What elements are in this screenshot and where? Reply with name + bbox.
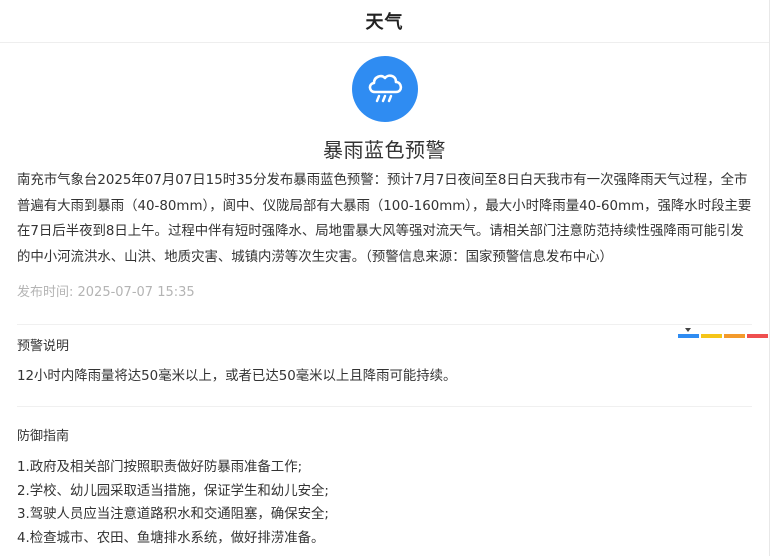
- warning-title: 暴雨蓝色预警: [323, 138, 446, 162]
- level-segment-orange: [724, 334, 745, 338]
- warning-content: 南充市气象台2025年07月07日15时35分发布暴雨蓝色预警：预计7月7日夜间…: [0, 168, 769, 303]
- guide-item: 1.政府及相关部门按照职责做好防暴雨准备工作;: [17, 460, 303, 475]
- level-segment-blue: [678, 328, 699, 338]
- current-level-marker-icon: [685, 328, 691, 332]
- page-header: 天气: [0, 0, 769, 43]
- explanation-heading: 预警说明: [17, 339, 70, 354]
- cloud-rain-icon: [351, 56, 418, 122]
- cloud-rain-glyph: [368, 74, 402, 103]
- guide-item: 2.学校、幼儿园采取适当措施，保证学生和幼儿安全;: [17, 483, 329, 499]
- explanation-text: 12小时内降雨量将达50毫米以上，或者已达50毫米以上且降雨可能持续。: [17, 369, 457, 384]
- guide-section: 防御指南 1.政府及相关部门按照职责做好防暴雨准备工作; 2.学校、幼儿园采取适…: [0, 407, 769, 550]
- warning-body-text: 南充市气象台2025年07月07日15时35分发布暴雨蓝色预警：预计7月7日夜间…: [17, 173, 752, 265]
- warning-hero: 暴雨蓝色预警: [0, 43, 769, 163]
- level-segment-red: [747, 334, 768, 338]
- guide-heading: 防御指南: [17, 429, 70, 444]
- explanation-section: 预警说明 12小时内降雨量将达50毫米以上，或者已达50毫米以上且降雨可能持续。: [0, 325, 769, 387]
- publish-time: 发布时间: 2025-07-07 15:35: [17, 285, 195, 300]
- guide-item: 3.驾驶人员应当注意道路积水和交通阻塞，确保安全;: [17, 507, 329, 523]
- guide-item: 4.检查城市、农田、鱼塘排水系统，做好排涝准备。: [17, 530, 325, 546]
- warning-level-bar: [678, 328, 768, 338]
- guide-list: 1.政府及相关部门按照职责做好防暴雨准备工作; 2.学校、幼儿园采取适当措施，保…: [17, 456, 752, 550]
- level-segment-yellow: [701, 334, 722, 338]
- page-title: 天气: [365, 12, 404, 33]
- weather-warning-page: 天气 暴雨蓝色预警 南充市气象台2025年07月07日15时35分发布暴雨蓝色预…: [0, 0, 770, 556]
